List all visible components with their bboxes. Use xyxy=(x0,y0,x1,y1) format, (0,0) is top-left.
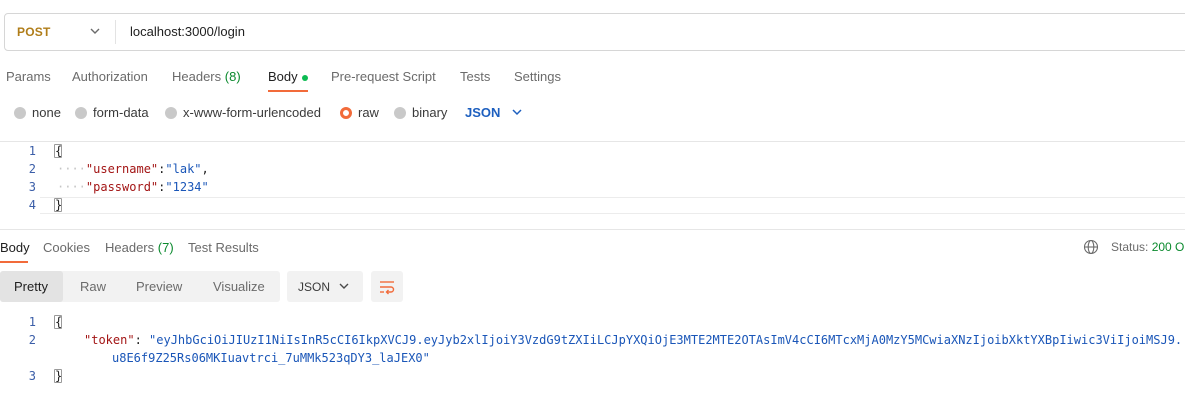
radio-none[interactable]: none xyxy=(14,105,61,120)
headers-count: (7) xyxy=(157,240,174,255)
tab-pre-request-script[interactable]: Pre-request Script xyxy=(331,69,436,84)
tab-label: Headers xyxy=(172,69,222,84)
radio-label: binary xyxy=(412,105,448,120)
wrap-lines-icon xyxy=(380,281,395,295)
radio-circle xyxy=(394,106,406,119)
tab-test-results[interactable]: Test Results xyxy=(188,240,259,255)
view-raw-button[interactable]: Raw xyxy=(80,279,106,294)
chevron-down-icon[interactable] xyxy=(510,105,524,119)
radio-circle-selected xyxy=(340,106,352,119)
json-key: "token" xyxy=(84,333,135,347)
response-brace-open: { xyxy=(55,315,63,329)
line-number: 3 xyxy=(28,180,36,194)
globe-icon[interactable] xyxy=(1083,239,1099,255)
chevron-down-icon[interactable] xyxy=(86,22,104,40)
editor-top-border xyxy=(0,141,1185,142)
tab-settings[interactable]: Settings xyxy=(514,69,561,84)
radio-circle xyxy=(165,106,177,119)
code-line-username[interactable]: ····"username":"lak", xyxy=(57,162,209,176)
panel-divider xyxy=(0,229,1185,230)
radio-form-data[interactable]: form-data xyxy=(75,105,149,120)
response-token-wrap: u8E6f9Z25Rs06MKIuavtrci_7uMMk523qDY3_laJ… xyxy=(112,351,430,365)
json-key: "username" xyxy=(85,162,159,176)
tab-label: Headers xyxy=(105,240,155,255)
radio-label: none xyxy=(32,105,61,120)
response-format-label: JSON xyxy=(298,280,331,294)
headers-count: (8) xyxy=(224,69,241,84)
code-brace-open[interactable]: { xyxy=(55,144,62,158)
body-modified-dot xyxy=(301,74,308,81)
radio-binary[interactable]: binary xyxy=(394,105,447,120)
radio-raw[interactable]: raw xyxy=(340,105,379,120)
response-brace-close: } xyxy=(55,369,63,383)
tab-label: Cookies xyxy=(43,240,90,255)
json-value: "1234" xyxy=(165,180,209,194)
current-line-highlight xyxy=(40,197,1185,198)
radio-label: form-data xyxy=(93,105,149,120)
tab-cookies[interactable]: Cookies xyxy=(43,240,90,255)
tab-params[interactable]: Params xyxy=(6,69,51,84)
tab-label: Tests xyxy=(460,69,491,84)
radio-circle xyxy=(75,106,87,119)
tab-tests[interactable]: Tests xyxy=(460,69,490,84)
radio-x-www-form-urlencoded[interactable]: x-www-form-urlencoded xyxy=(165,105,321,120)
tab-label: Test Results xyxy=(188,240,259,255)
json-value: "lak" xyxy=(165,162,202,176)
line-number: 2 xyxy=(28,333,36,347)
line-number: 1 xyxy=(28,144,36,158)
line-number: 1 xyxy=(28,315,36,329)
response-status[interactable]: Status: 200 O xyxy=(1111,240,1184,254)
line-number: 2 xyxy=(28,162,36,176)
view-pretty-button[interactable]: Pretty xyxy=(14,279,48,294)
tab-label: Authorization xyxy=(72,69,148,84)
tab-label: Pre-request Script xyxy=(331,69,436,84)
code-brace-close[interactable]: } xyxy=(55,198,62,212)
http-method-select[interactable]: POST xyxy=(17,25,50,39)
url-divider xyxy=(115,20,116,44)
status-label: Status: xyxy=(1111,240,1149,254)
tab-label: Body xyxy=(0,240,30,255)
active-tab-indicator xyxy=(268,90,308,92)
tab-label: Params xyxy=(6,69,51,84)
tab-body[interactable]: Body xyxy=(268,69,308,84)
status-code: 200 O xyxy=(1151,240,1185,254)
tab-headers[interactable]: Headers (8) xyxy=(172,69,241,84)
active-tab-indicator xyxy=(0,261,28,263)
view-visualize-button[interactable]: Visualize xyxy=(213,279,265,294)
radio-label: x-www-form-urlencoded xyxy=(183,105,321,120)
line-number: 4 xyxy=(28,198,36,212)
body-format-select[interactable]: JSON xyxy=(465,105,500,120)
tab-label: Settings xyxy=(514,69,561,84)
tab-authorization[interactable]: Authorization xyxy=(72,69,148,84)
response-token-line: "token": "eyJhbGciOiJIUzI1NiIsInR5cCI6Ik… xyxy=(84,333,1183,347)
json-key: "password" xyxy=(85,180,159,194)
tab-response-body[interactable]: Body xyxy=(0,240,30,255)
code-line-password[interactable]: ····"password":"1234" xyxy=(57,180,209,194)
tab-response-headers[interactable]: Headers (7) xyxy=(105,240,174,255)
radio-label: raw xyxy=(358,105,379,120)
radio-circle xyxy=(14,106,26,119)
json-value: "eyJhbGciOiJIUzI1NiIsInR5cCI6IkpXVCJ9.ey… xyxy=(149,333,1183,347)
tab-label: Body xyxy=(268,69,298,84)
chevron-down-icon xyxy=(339,283,349,289)
url-input[interactable]: localhost:3000/login xyxy=(130,24,245,39)
line-number: 3 xyxy=(28,369,36,383)
view-preview-button[interactable]: Preview xyxy=(136,279,182,294)
current-line-highlight xyxy=(40,213,1185,214)
